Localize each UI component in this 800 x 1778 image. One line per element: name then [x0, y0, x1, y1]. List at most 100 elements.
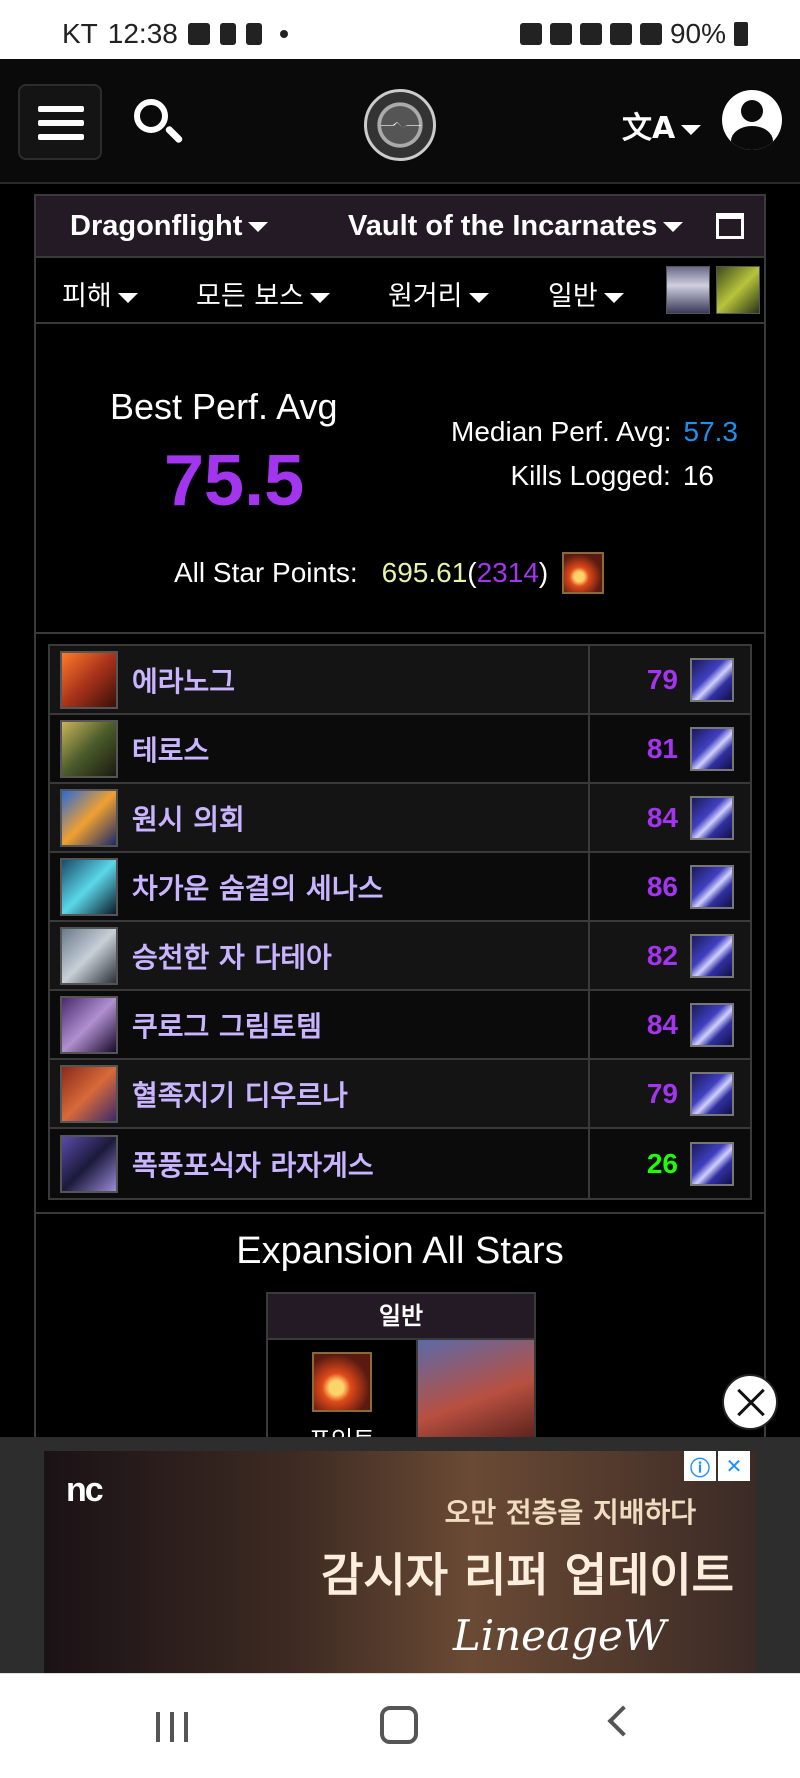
role-dropdown[interactable]: 원거리	[388, 274, 489, 313]
boss-dropdown[interactable]: 모든 보스	[196, 274, 330, 313]
all-star-points-value: 695.61	[381, 557, 468, 588]
boss-row[interactable]: 차가운 숨결의 세나스 86	[50, 853, 750, 922]
chevron-down-icon	[248, 222, 269, 233]
boss-name[interactable]: 에라노그	[132, 660, 235, 700]
menu-icon[interactable]	[18, 84, 102, 160]
boss-score[interactable]: 81	[647, 733, 678, 765]
ad-banner[interactable]: nc 오만 전층을 지배하다 감시자 리퍼 업데이트 LineageW ⓘ ✕	[44, 1451, 756, 1673]
boss-name-cell[interactable]: 혈족지기 디우르나	[50, 1060, 590, 1127]
boss-name-cell[interactable]: 에라노그	[50, 646, 590, 713]
boss-score[interactable]: 84	[647, 802, 678, 834]
all-star-rank-open: (	[467, 557, 477, 588]
boss-row[interactable]: 승천한 자 다테아 82	[50, 922, 750, 991]
boss-name[interactable]: 테로스	[132, 729, 209, 769]
all-star-points: All Star Points: 695.61 (2314)	[174, 552, 605, 594]
boss-name[interactable]: 원시 의회	[132, 798, 245, 838]
metric-dropdown[interactable]: 피해	[62, 274, 138, 313]
spec-icon	[690, 657, 734, 702]
ad-tagline: 오만 전층을 지배하다	[444, 1496, 696, 1529]
gallery-icon	[187, 23, 210, 45]
median-perf-label: Median Perf. Avg:	[451, 416, 672, 447]
boss-name-cell[interactable]: 원시 의회	[50, 784, 590, 851]
boss-portrait-icon	[60, 1064, 118, 1123]
battery-percent: 90%	[669, 18, 726, 49]
signal-icon	[639, 23, 662, 45]
chevron-down-icon	[603, 292, 624, 303]
chevron-down-icon	[468, 292, 489, 303]
boss-row[interactable]: 테로스 81	[50, 715, 750, 784]
chevron-down-icon	[309, 292, 330, 303]
boss-name-cell[interactable]: 쿠로그 그림토템	[50, 991, 590, 1058]
character-icon[interactable]	[666, 266, 710, 314]
boss-score-cell: 82	[590, 922, 750, 989]
column-header: 일반	[268, 1294, 534, 1340]
expansion-all-stars: Expansion All Stars 일반 포인트	[36, 1212, 764, 1462]
clock: 12:38	[107, 18, 178, 49]
spec-icon	[690, 726, 734, 771]
all-star-rank-close: )	[538, 557, 549, 588]
boss-row[interactable]: 혈족지기 디우르나 79	[50, 1060, 750, 1129]
boss-name[interactable]: 혈족지기 디우르나	[132, 1074, 348, 1114]
boss-score[interactable]: 84	[647, 1009, 678, 1041]
top-navigation: 文A	[0, 59, 800, 184]
boss-score[interactable]: 79	[647, 664, 678, 696]
boss-score[interactable]: 82	[647, 940, 678, 972]
all-star-rank[interactable]: 2314	[477, 557, 539, 589]
boss-row[interactable]: 쿠로그 그림토템 84	[50, 991, 750, 1060]
boss-name[interactable]: 쿠로그 그림토템	[132, 1005, 322, 1045]
boss-score[interactable]: 86	[647, 871, 678, 903]
more-notifications-icon	[279, 30, 288, 38]
ad-headline: 감시자 리퍼 업데이트	[321, 1548, 734, 1602]
boss-name[interactable]: 폭풍포식자 라자게스	[132, 1144, 374, 1184]
raid-dropdown[interactable]: Vault of the Incarnates	[348, 210, 684, 243]
boss-row[interactable]: 폭풍포식자 라자게스 26	[50, 1129, 750, 1198]
boss-portrait-icon	[60, 995, 118, 1054]
translate-icon[interactable]: 文A	[622, 103, 702, 147]
search-icon[interactable]	[134, 99, 184, 149]
boss-row[interactable]: 원시 의회 84	[50, 784, 750, 853]
boss-portrait-icon	[60, 650, 118, 709]
expansion-all-stars-title: Expansion All Stars	[236, 1230, 564, 1272]
spec-icon	[690, 795, 734, 840]
boss-name-cell[interactable]: 테로스	[50, 715, 590, 782]
chevron-down-icon	[681, 124, 702, 135]
back-icon[interactable]	[607, 1705, 639, 1737]
boss-name[interactable]: 차가운 숨결의 세나스	[132, 867, 383, 907]
boss-row[interactable]: 에라노그 79	[50, 646, 750, 715]
all-star-points-icon	[312, 1352, 372, 1412]
boss-score[interactable]: 79	[647, 1078, 678, 1110]
spec-icon	[690, 933, 734, 978]
ad-close-icon[interactable]: ✕	[718, 1451, 750, 1481]
boss-portrait-icon	[60, 857, 118, 916]
kills-logged-value: 16	[682, 460, 714, 491]
best-perf-value: 75.5	[164, 441, 305, 521]
boss-score[interactable]: 26	[647, 1148, 678, 1180]
system-navigation-bar	[0, 1673, 800, 1778]
ad-info-icon[interactable]: ⓘ	[684, 1451, 716, 1481]
expand-view-button[interactable]	[716, 213, 744, 239]
recents-icon[interactable]	[156, 1712, 190, 1742]
boss-name-cell[interactable]: 차가운 숨결의 세나스	[50, 853, 590, 920]
key-icon[interactable]	[716, 266, 760, 314]
spec-icon	[690, 864, 734, 909]
site-logo[interactable]	[364, 89, 436, 161]
ad-brand-logo: nc	[66, 1471, 104, 1509]
performance-summary: Best Perf. Avg 75.5 Median Perf. Avg: 57.…	[36, 324, 764, 634]
expansion-dropdown[interactable]: Dragonflight	[70, 210, 269, 243]
hd-icon	[579, 23, 602, 45]
spec-icon	[690, 1141, 734, 1186]
boss-score-cell: 79	[590, 646, 750, 713]
boss-portrait-icon	[60, 1134, 118, 1193]
boss-name-cell[interactable]: 승천한 자 다테아	[50, 922, 590, 989]
boss-name[interactable]: 승천한 자 다테아	[132, 936, 332, 976]
5g-icon	[609, 23, 632, 45]
close-ad-button[interactable]	[722, 1374, 778, 1430]
home-icon[interactable]	[380, 1706, 418, 1744]
alarm-icon	[519, 23, 542, 45]
boss-name-cell[interactable]: 폭풍포식자 라자게스	[50, 1129, 590, 1198]
difficulty-dropdown[interactable]: 일반	[548, 274, 624, 313]
all-star-points-label: All Star Points:	[174, 557, 358, 588]
status-bar: KT 12:38 90%	[0, 0, 800, 59]
boss-score-cell: 26	[590, 1129, 750, 1198]
account-icon[interactable]	[722, 90, 782, 150]
